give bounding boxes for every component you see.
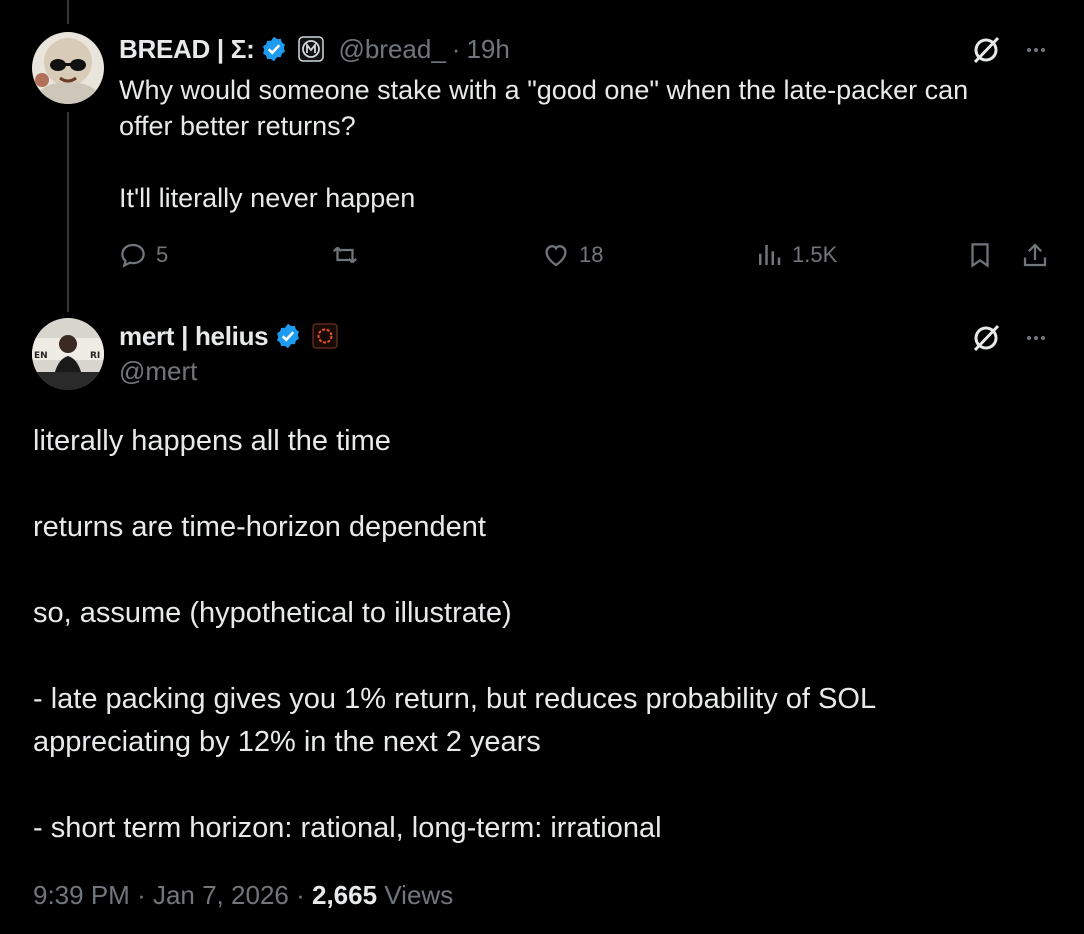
main-text-paragraph: returns are time-horizon dependent [33, 511, 486, 543]
avatar-bread[interactable] [32, 32, 104, 104]
views-icon [759, 245, 781, 265]
avatar-mert[interactable]: EN RI [32, 318, 104, 390]
reply-display-name[interactable]: BREAD | Σ: [119, 34, 255, 65]
repost-button[interactable] [330, 240, 368, 270]
views-count: 1.5K [792, 242, 838, 267]
verified-badge-icon[interactable] [260, 35, 288, 63]
reply-action-bar: 5 18 1.5K [0, 240, 1084, 280]
bookmark-button[interactable] [965, 240, 995, 270]
meta-separator: · [137, 880, 146, 910]
svg-text:EN: EN [34, 351, 48, 361]
more-options-icon[interactable] [1020, 322, 1052, 354]
meta-separator: · [296, 880, 305, 910]
reply-text: Why would someone stake with a "good one… [119, 72, 1039, 216]
affiliate-badge-icon[interactable] [298, 36, 325, 62]
helius-affiliate-badge-icon[interactable] [312, 323, 339, 349]
reply-button[interactable]: 5 [118, 240, 168, 270]
main-handle[interactable]: @mert [119, 356, 197, 387]
tweet-time[interactable]: 9:39 PM [33, 880, 130, 910]
main-author-row: mert | helius [119, 318, 339, 354]
thread-connector [67, 112, 69, 312]
like-icon [545, 245, 567, 267]
main-display-name[interactable]: mert | helius [119, 321, 269, 352]
like-count: 18 [579, 242, 604, 267]
main-text-paragraph: so, assume (hypothetical to illustrate) [33, 597, 512, 629]
reply-text-line: Why would someone stake with a "good one… [119, 75, 969, 105]
like-button[interactable]: 18 [541, 240, 603, 270]
reply-text-line: It'll literally never happen [119, 183, 416, 213]
tweet-date[interactable]: Jan 7, 2026 [153, 880, 289, 910]
views-label: Views [384, 880, 454, 910]
reply-handle[interactable]: @bread_ [338, 34, 445, 65]
tweet-meta: 9:39 PM · Jan 7, 2026 · 2,665 Views [33, 880, 453, 911]
views-count: 2,665 [312, 880, 378, 910]
svg-text:RI: RI [90, 351, 100, 361]
reply-icon [121, 243, 145, 268]
views-button[interactable]: 1.5K [754, 240, 837, 270]
reply-count: 5 [156, 242, 169, 267]
more-options-icon[interactable] [1020, 34, 1052, 66]
meta-separator: · [451, 33, 461, 64]
share-icon [1023, 243, 1047, 267]
main-text-paragraph: - short term horizon: rational, long-ter… [33, 812, 662, 844]
reply-timestamp[interactable]: 19h [466, 34, 509, 65]
main-text-paragraph: literally happens all the time [33, 425, 391, 457]
share-button[interactable] [1020, 240, 1050, 270]
thread-connector-top [67, 0, 69, 24]
verified-badge-icon[interactable] [274, 322, 302, 350]
main-text-paragraph: - late packing gives you 1% return, but … [33, 683, 875, 758]
reply-author-row: BREAD | Σ: @bread_ · 19h [119, 30, 510, 68]
grok-icon[interactable] [970, 322, 1002, 354]
repost-icon [332, 246, 358, 264]
bookmark-icon [971, 243, 989, 268]
grok-icon[interactable] [970, 34, 1002, 66]
main-tweet-text: literally happens all the time returns a… [33, 420, 1043, 850]
reply-text-line: offer better returns? [119, 111, 356, 141]
